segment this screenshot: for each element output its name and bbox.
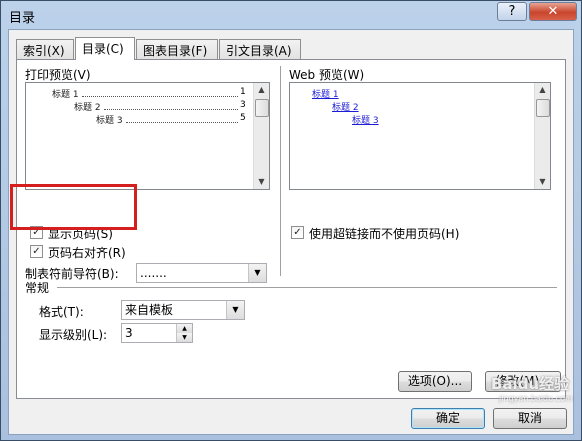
use-hyperlinks-checkbox[interactable]: ✓	[291, 226, 304, 239]
ok-button[interactable]: 确定	[411, 408, 485, 429]
print-preview-row-3: 标题 3	[96, 116, 123, 126]
show-page-numbers-checkbox[interactable]: ✓	[30, 226, 43, 239]
leader-dots	[126, 122, 238, 123]
web-preview-label: Web 预览(W)	[289, 68, 365, 82]
formats-value: 来自模板	[125, 303, 174, 317]
print-preview-page-1: 1	[240, 87, 246, 97]
chevron-down-icon[interactable]: ▼	[248, 264, 266, 282]
scroll-thumb[interactable]	[536, 99, 550, 117]
scroll-down-icon[interactable]: ▼	[254, 175, 269, 189]
scroll-thumb[interactable]	[255, 99, 269, 117]
right-align-checkbox[interactable]: ✓	[30, 245, 43, 258]
print-preview-row-1: 标题 1	[52, 90, 79, 100]
print-preview-scrollbar[interactable]: ▲ ▼	[253, 83, 269, 189]
web-preview-link-3[interactable]: 标题 3	[352, 113, 379, 126]
leader-dots	[82, 96, 238, 97]
scroll-up-icon[interactable]: ▲	[254, 83, 269, 97]
spin-up-icon[interactable]: ▲	[176, 324, 192, 333]
title-bar[interactable]: 目录 ? ✕	[1, 1, 581, 29]
watermark-brand: Baidu经验	[491, 375, 570, 393]
column-divider	[280, 66, 282, 276]
formats-label: 格式(T):	[39, 305, 84, 319]
web-preview-link-1[interactable]: 标题 1	[312, 87, 339, 100]
cancel-button[interactable]: 取消	[493, 408, 567, 429]
dialog-title: 目录	[9, 11, 36, 26]
spin-down-icon[interactable]: ▼	[176, 333, 192, 342]
tab-leader-value: .......	[140, 266, 167, 280]
levels-label: 显示级别(L):	[39, 328, 108, 342]
tab-toc[interactable]: 目录(C)	[75, 37, 135, 60]
help-button[interactable]: ?	[497, 2, 527, 21]
options-button[interactable]: 选项(O)...	[398, 371, 472, 392]
web-preview-box: 标题 1 标题 2 标题 3 ▲ ▼	[289, 82, 551, 190]
web-preview-scrollbar[interactable]: ▲ ▼	[534, 83, 550, 189]
dialog-body: 索引(X) 目录(C) 图表目录(F) 引文目录(A) 打印预览(V) 标题 1…	[8, 29, 574, 435]
print-preview-label: 打印预览(V)	[25, 68, 91, 82]
print-preview-page-2: 3	[240, 100, 246, 110]
levels-spinner[interactable]: 3 ▲ ▼	[121, 323, 193, 343]
leader-dots	[104, 109, 238, 110]
web-preview-link-2[interactable]: 标题 2	[332, 100, 359, 113]
print-preview-page-3: 5	[240, 113, 246, 123]
formats-select[interactable]: 来自模板 ▼	[121, 300, 245, 320]
general-section-label: 常规	[25, 281, 50, 295]
chevron-down-icon[interactable]: ▼	[226, 301, 244, 319]
general-divider	[57, 287, 557, 289]
tab-table-of-figures[interactable]: 图表目录(F)	[136, 39, 218, 59]
watermark-url: jingyan.baidu.com	[499, 394, 573, 403]
tab-leader-select[interactable]: ....... ▼	[136, 263, 267, 283]
tab-table-of-authorities[interactable]: 引文目录(A)	[219, 39, 301, 59]
toc-panel: 打印预览(V) 标题 1 1 标题 2 3 标题 3 5 ▲ ▼ Web 预览(…	[16, 59, 566, 399]
scroll-up-icon[interactable]: ▲	[535, 83, 550, 97]
show-page-numbers-label[interactable]: 显示页码(S)	[48, 225, 113, 242]
scroll-down-icon[interactable]: ▼	[535, 175, 550, 189]
toc-dialog: 目录 ? ✕ 索引(X) 目录(C) 图表目录(F) 引文目录(A) 打印预览(…	[0, 0, 582, 441]
print-preview-row-2: 标题 2	[74, 103, 101, 113]
levels-value: 3	[125, 326, 133, 340]
tab-index[interactable]: 索引(X)	[16, 39, 74, 59]
right-align-label[interactable]: 页码右对齐(R)	[48, 244, 126, 261]
print-preview-box: 标题 1 1 标题 2 3 标题 3 5 ▲ ▼	[25, 82, 270, 190]
close-button[interactable]: ✕	[529, 2, 577, 21]
use-hyperlinks-label[interactable]: 使用超链接而不使用页码(H)	[309, 225, 459, 242]
